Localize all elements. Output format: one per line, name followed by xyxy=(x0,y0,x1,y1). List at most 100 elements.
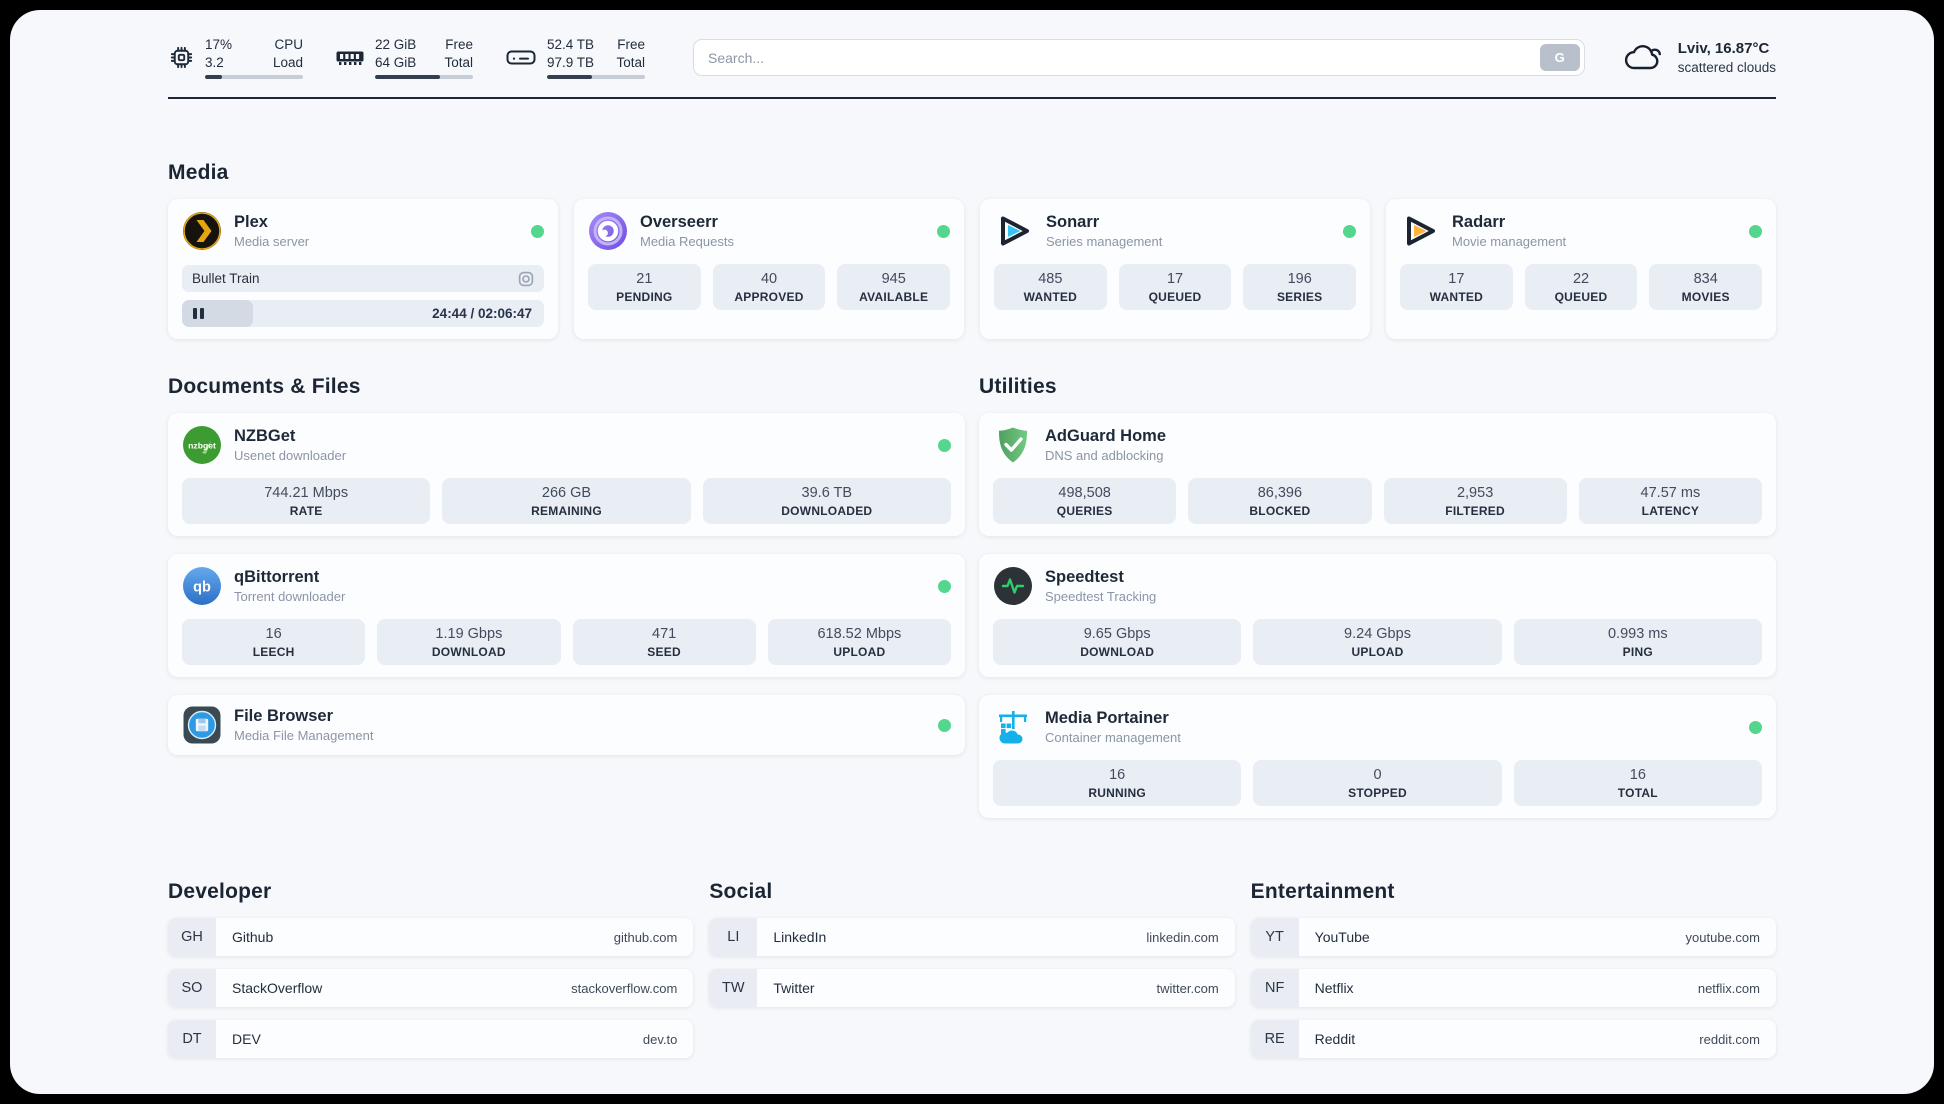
app-card-filebrowser[interactable]: File Browser Media File Management xyxy=(168,695,965,756)
header-divider xyxy=(168,97,1776,100)
disk-free-label: Free xyxy=(617,37,645,52)
bookmark-url: youtube.com xyxy=(1685,929,1760,945)
bookmark-linkedin[interactable]: LI LinkedIn linkedin.com xyxy=(709,918,1235,957)
bookmark-stackoverflow[interactable]: SO StackOverflow stackoverflow.com xyxy=(168,969,694,1008)
bookmark-name: StackOverflow xyxy=(232,980,323,997)
weather-condition: scattered clouds xyxy=(1677,59,1776,75)
stat-upload: 9.24 Gbps UPLOAD xyxy=(1253,619,1502,666)
overseerr-icon xyxy=(589,212,627,251)
bookmark-twitter[interactable]: TW Twitter twitter.com xyxy=(709,969,1235,1008)
app-name: Overseerr xyxy=(640,212,718,231)
now-playing-title: Bullet Train xyxy=(192,271,260,287)
status-dot xyxy=(531,224,544,238)
app-name: Sonarr xyxy=(1046,212,1100,231)
svg-text:nzbget: nzbget xyxy=(188,441,216,451)
cpu-usage-value: 17% xyxy=(205,37,233,52)
app-subtitle: Media File Management xyxy=(234,728,374,744)
bookmark-group-entertainment: Entertainment YT YouTube youtube.com NF … xyxy=(1250,880,1776,1059)
stat-rate: 744.21 Mbps RATE xyxy=(182,478,431,525)
section-title-social: Social xyxy=(709,880,773,904)
cpu-progress-bar xyxy=(205,75,303,80)
app-name: AdGuard Home xyxy=(1045,426,1167,445)
adguard-icon xyxy=(999,427,1027,463)
bookmark-url: reddit.com xyxy=(1699,1031,1760,1047)
bookmark-abbr: SO xyxy=(168,969,216,1008)
bookmark-name: Github xyxy=(232,929,274,946)
stat-leech: 16 LEECH xyxy=(182,619,366,666)
bookmark-github[interactable]: GH Github github.com xyxy=(168,918,694,957)
ram-total-value: 64 GiB xyxy=(375,54,417,70)
speedtest-icon xyxy=(994,567,1032,606)
bookmark-url: github.com xyxy=(613,929,678,945)
cloud-icon xyxy=(1624,45,1661,70)
stat-remaining: 266 GB REMAINING xyxy=(442,478,691,525)
app-card-qbittorrent[interactable]: qb qBittorrent Torrent downloader 16 LEE… xyxy=(168,554,965,678)
status-dot xyxy=(938,718,951,732)
playback-progress-bar: 24:44 / 02:06:47 xyxy=(182,300,544,328)
app-card-portainer[interactable]: Media Portainer Container management 16 … xyxy=(979,695,1776,819)
stat-ping: 0.993 ms PING xyxy=(1513,619,1762,666)
ram-icon xyxy=(336,51,364,66)
search-engine-button[interactable]: G xyxy=(1539,44,1580,72)
app-name: Speedtest xyxy=(1045,567,1124,586)
bookmark-group-developer: Developer GH Github github.com SO StackO… xyxy=(168,880,694,1059)
bookmark-abbr: RE xyxy=(1250,1020,1299,1059)
app-card-plex[interactable]: Plex Media server Bullet Train 24:44 / 0… xyxy=(168,199,558,340)
stat-latency: 47.57 ms LATENCY xyxy=(1578,478,1762,525)
app-name: qBittorrent xyxy=(234,567,320,586)
disk-stat-widget: 52.4 TB Free 97.9 TB Total xyxy=(505,36,645,80)
status-dot xyxy=(938,438,951,452)
pause-icon[interactable] xyxy=(193,308,204,320)
stat-wanted: 17 WANTED xyxy=(1400,264,1513,311)
svg-text:qb: qb xyxy=(193,580,211,596)
cpu-icon xyxy=(170,46,193,69)
search-input[interactable] xyxy=(693,39,1585,77)
stat-download: 9.65 Gbps DOWNLOAD xyxy=(993,619,1242,666)
app-name: Radarr xyxy=(1452,212,1506,231)
status-dot xyxy=(1343,224,1356,238)
stat-upload: 618.52 Mbps UPLOAD xyxy=(767,619,951,666)
stat-queued: 22 QUEUED xyxy=(1524,264,1638,311)
stat-stopped: 0 STOPPED xyxy=(1253,760,1502,807)
bookmark-name: Twitter xyxy=(773,980,815,997)
app-card-adguard[interactable]: AdGuard Home DNS and adblocking 498,508 … xyxy=(979,413,1776,537)
ram-stat-widget: 22 GiB Free 64 GiB Total xyxy=(335,36,473,80)
app-card-nzbget[interactable]: nzbget NZBGet Usenet downloader 744.21 M… xyxy=(168,413,965,537)
disk-free-value: 52.4 TB xyxy=(547,37,595,52)
status-dot xyxy=(1749,720,1762,734)
cpu-load-value: 3.2 xyxy=(205,54,224,70)
bookmark-netflix[interactable]: NF Netflix netflix.com xyxy=(1250,969,1776,1008)
bookmark-youtube[interactable]: YT YouTube youtube.com xyxy=(1250,918,1776,957)
app-name: Plex xyxy=(234,212,268,231)
app-subtitle: Media Requests xyxy=(640,234,734,250)
app-card-sonarr[interactable]: Sonarr Series management 485 WANTED 17 Q… xyxy=(980,199,1370,340)
app-card-speedtest[interactable]: Speedtest Speedtest Tracking 9.65 Gbps D… xyxy=(979,554,1776,678)
bookmark-name: YouTube xyxy=(1314,929,1370,946)
cpu-load-label: Load xyxy=(272,54,303,70)
stat-total: 16 TOTAL xyxy=(1513,760,1762,807)
nzbget-icon: nzbget xyxy=(183,426,221,465)
section-title-entertainment: Entertainment xyxy=(1250,880,1395,904)
bookmark-abbr: YT xyxy=(1250,918,1299,957)
top-bar: 17% CPU 3.2 Load 22 GiB Free 64 GiB Tota… xyxy=(168,36,1776,80)
cpu-stat-widget: 17% CPU 3.2 Load xyxy=(168,36,303,80)
bookmark-url: netflix.com xyxy=(1697,980,1760,996)
bookmark-name: Netflix xyxy=(1314,980,1354,997)
stat-blocked: 86,396 BLOCKED xyxy=(1188,478,1372,525)
playback-time: 24:44 / 02:06:47 xyxy=(432,305,532,321)
stat-series: 196 SERIES xyxy=(1243,264,1357,311)
now-playing-session-icon[interactable] xyxy=(518,271,534,287)
plex-icon xyxy=(183,212,221,251)
bookmark-reddit[interactable]: RE Reddit reddit.com xyxy=(1250,1020,1776,1059)
bookmark-dev[interactable]: DT DEV dev.to xyxy=(168,1020,694,1059)
disk-total-value: 97.9 TB xyxy=(547,54,595,70)
stat-running: 16 RUNNING xyxy=(993,760,1242,807)
app-card-overseerr[interactable]: Overseerr Media Requests 21 PENDING 40 A… xyxy=(574,199,964,340)
app-card-radarr[interactable]: Radarr Movie management 17 WANTED 22 QUE… xyxy=(1386,199,1776,340)
stat-queries: 498,508 QUERIES xyxy=(993,478,1177,525)
bookmark-group-social: Social LI LinkedIn linkedin.com TW Twitt… xyxy=(709,880,1235,1058)
app-subtitle: Torrent downloader xyxy=(234,589,346,605)
ram-total-label: Total xyxy=(444,54,473,70)
stat-pending: 21 PENDING xyxy=(588,264,701,311)
weather-location-temp: Lviv, 16.87°C xyxy=(1677,40,1770,58)
